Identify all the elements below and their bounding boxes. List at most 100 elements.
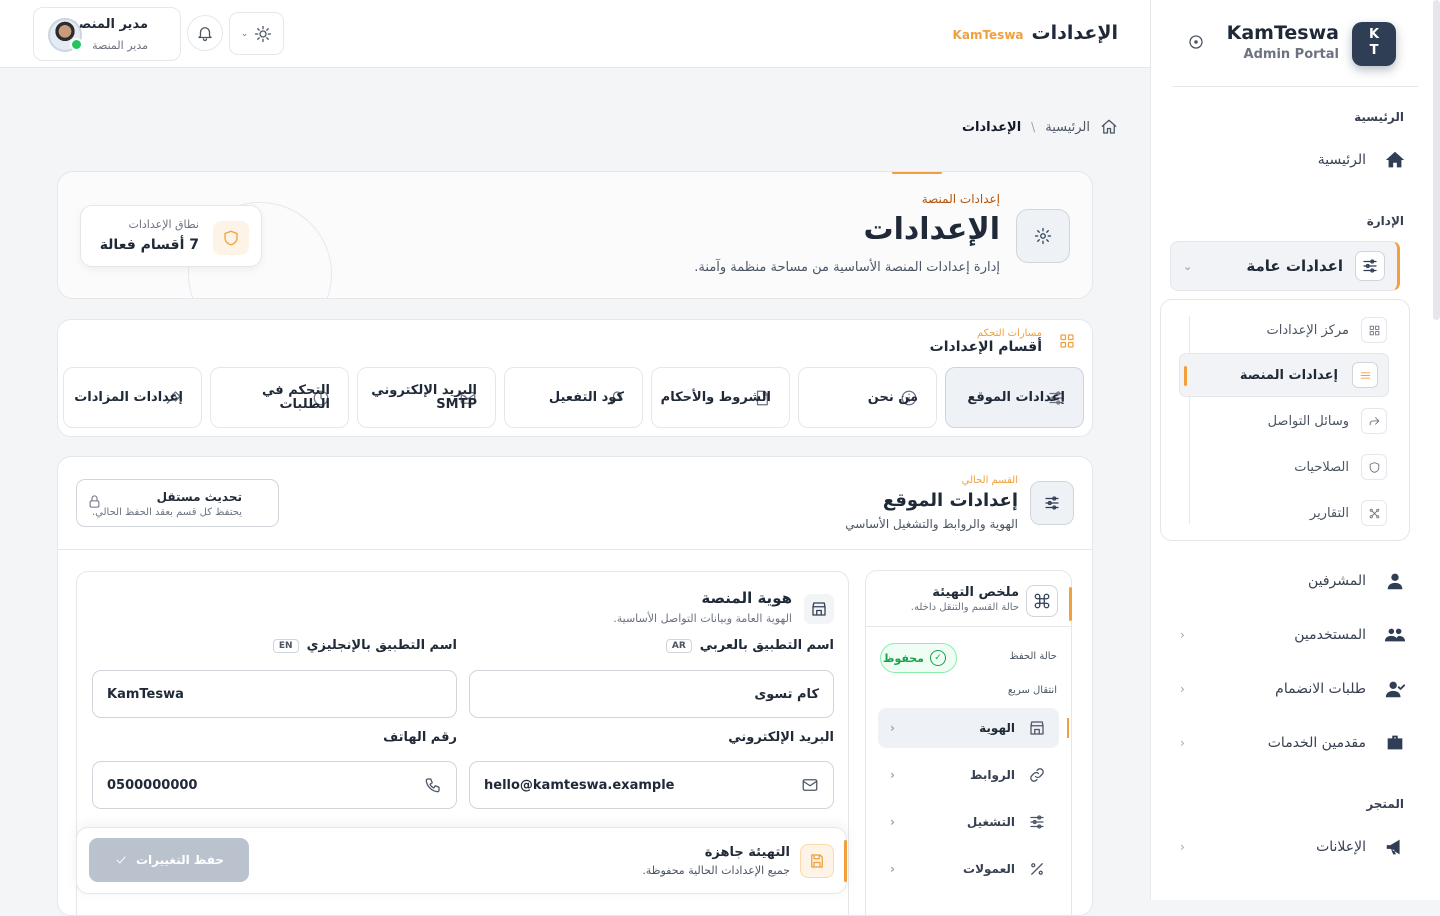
quick-nav-label-text: العمولات — [963, 862, 1015, 876]
tab-label: التحكم في الطلبات — [262, 382, 330, 412]
savebar-title: التهيئة جاهزة — [704, 845, 790, 860]
accent-line — [892, 172, 942, 174]
scrollbar[interactable] — [1433, 0, 1440, 320]
app-name-ar-input[interactable]: كام تسوى — [469, 670, 834, 718]
user-role: مدير المنصة — [92, 39, 148, 52]
tab-activation-code[interactable]: كود التفعيل — [504, 367, 643, 428]
summary-title: ملخص التهيئة — [932, 585, 1019, 600]
sidebar-item-label: طلبات الانضمام — [1275, 681, 1366, 697]
chevron-left-icon: ‹ — [1180, 840, 1185, 854]
user-name: مدير المنصة — [70, 17, 148, 32]
tab-smtp[interactable]: البريد الإلكتروني SMTP — [357, 367, 496, 428]
button-label: حفظ التغييرات — [135, 853, 225, 867]
avatar — [48, 18, 83, 52]
identity-title: هوية المنصة — [701, 589, 792, 607]
breadcrumb-home-link[interactable]: الرئيسية — [1045, 120, 1090, 135]
sidebar-group-general-settings[interactable]: اعدادات عامة ⌄ — [1170, 241, 1400, 291]
settings-hero: إعدادات المنصة الإعدادات إدارة إعدادات ا… — [57, 171, 1093, 299]
shield-icon — [1361, 454, 1387, 480]
savebar-description: جميع الإعدادات الحالية محفوظة. — [642, 864, 790, 877]
tab-orders-control[interactable]: التحكم في الطلبات — [210, 367, 349, 428]
topbar-brand: KamTeswa — [952, 28, 1024, 42]
store-icon — [1025, 719, 1049, 737]
submenu-item-settings-center[interactable]: مركز الإعدادات — [1181, 312, 1387, 348]
sidebar-item-providers[interactable]: مقدمين الخدمات ‹ — [1180, 723, 1410, 763]
link-icon — [1025, 766, 1049, 784]
independent-title: تحديث مستقل — [156, 490, 242, 504]
grid-icon — [1361, 317, 1387, 343]
sidebar-item-join-requests[interactable]: طلبات الانضمام ‹ — [1180, 669, 1410, 709]
users-icon — [1380, 624, 1410, 646]
chevron-left-icon: ‹ — [1180, 628, 1185, 642]
summary-description: حالة القسم والتنقل داخله. — [910, 602, 1019, 613]
sidebar-item-users[interactable]: المستخدمين ‹ — [1180, 615, 1410, 655]
accent-bar — [1069, 587, 1072, 621]
user-icon — [1380, 570, 1410, 592]
submenu-item-social[interactable]: وسائل التواصل — [1181, 403, 1387, 439]
sidebar-item-home[interactable]: الرئيسية — [1180, 140, 1410, 180]
user-menu[interactable]: مدير المنصة مدير المنصة — [33, 7, 181, 61]
home-icon — [1380, 149, 1410, 171]
brand-subtitle: Admin Portal — [1243, 47, 1339, 62]
save-changes-button[interactable]: حفظ التغييرات — [89, 838, 249, 882]
app-name-en-input[interactable]: KamTeswa — [92, 670, 457, 718]
sidebar-item-label: الرئيسية — [1317, 152, 1366, 168]
submenu-item-platform-settings[interactable]: إعدادات المنصة — [1179, 353, 1389, 397]
label-text: اسم التطبيق بالإنجليزي — [306, 638, 457, 653]
phone-field[interactable]: 0500000000 — [92, 761, 457, 809]
tab-site-settings[interactable]: إعدادات الموقع — [945, 367, 1084, 428]
sections-tabs: إعدادات الموقع من نحن الشروط والأحكام كو… — [63, 367, 1084, 428]
theme-switcher[interactable]: ⌄ — [229, 12, 284, 55]
submenu-item-permissions[interactable]: الصلاحيات — [1181, 449, 1387, 485]
tab-auction-settings[interactable]: إعدادات المزادات — [63, 367, 202, 428]
save-state-label: حالة الحفظ — [1009, 651, 1057, 662]
quick-nav-links[interactable]: الروابط ‹ — [878, 755, 1059, 795]
phone-label: رقم الهاتف — [383, 730, 457, 745]
topbar-title: الإعدادات — [1031, 22, 1118, 44]
save-icon — [800, 844, 834, 878]
tab-terms[interactable]: الشروط والأحكام — [651, 367, 790, 428]
quick-nav-commissions[interactable]: العمولات ‹ — [878, 849, 1059, 889]
chevron-left-icon: ‹ — [890, 815, 895, 829]
input-value: 0500000000 — [107, 777, 198, 793]
tab-label: الشروط والأحكام — [660, 389, 771, 405]
sun-icon — [254, 25, 272, 43]
sidebar-item-supervisors[interactable]: المشرفين — [1180, 561, 1410, 601]
status-badge: ✓ محفوظ — [880, 643, 957, 673]
submenu-label: إعدادات المنصة — [1239, 367, 1338, 383]
grid-icon — [1052, 326, 1082, 356]
gear-icon — [1016, 209, 1070, 263]
chart-icon — [1361, 500, 1387, 526]
share-icon — [1361, 408, 1387, 434]
breadcrumb-separator: \ — [1031, 120, 1036, 134]
user-check-icon — [1380, 678, 1410, 700]
panel-title: إعدادات الموقع — [882, 490, 1018, 511]
sliders-icon — [1352, 362, 1378, 388]
notifications-button[interactable] — [187, 15, 223, 51]
tab-label: البريد الإلكتروني SMTP — [371, 382, 477, 412]
quick-nav-identity[interactable]: الهوية ‹ — [878, 708, 1069, 748]
sections-header: مسارات التحكم أقسام الإعدادات — [930, 326, 1082, 356]
tab-about[interactable]: من نحن — [798, 367, 937, 428]
sidebar-toggle-icon[interactable] — [1187, 33, 1205, 51]
submenu-item-reports[interactable]: التقارير — [1181, 495, 1387, 531]
language-tag: EN — [272, 638, 299, 653]
email-field[interactable]: hello@kamteswa.example — [469, 761, 834, 809]
settings-sections: مسارات التحكم أقسام الإعدادات إعدادات ال… — [57, 319, 1093, 437]
briefcase-icon — [1380, 732, 1410, 754]
hero-description: إدارة إعدادات المنصة الأساسية من مساحة م… — [694, 260, 1000, 275]
bell-icon — [196, 24, 214, 42]
section-store-label: المتجر — [1366, 797, 1404, 811]
tab-label: كود التفعيل — [548, 389, 624, 405]
sidebar-item-ads[interactable]: الإعلانات ‹ — [1180, 827, 1410, 867]
independent-description: يحتفظ كل قسم بعقد الحفظ الحالي. — [91, 507, 242, 518]
chevron-down-icon: ⌄ — [1183, 259, 1193, 273]
section-home-label: الرئيسية — [1354, 110, 1404, 124]
megaphone-icon — [1380, 836, 1410, 858]
submenu-label: الصلاحيات — [1294, 459, 1349, 475]
sliders-icon — [1355, 251, 1385, 281]
home-icon[interactable] — [1100, 118, 1118, 136]
app-name-ar-label: اسم التطبيق بالعربي AR — [665, 638, 834, 653]
quick-nav-operation[interactable]: التشغيل ‹ — [878, 802, 1059, 842]
breadcrumb: الرئيسية \ الإعدادات — [920, 116, 1118, 138]
